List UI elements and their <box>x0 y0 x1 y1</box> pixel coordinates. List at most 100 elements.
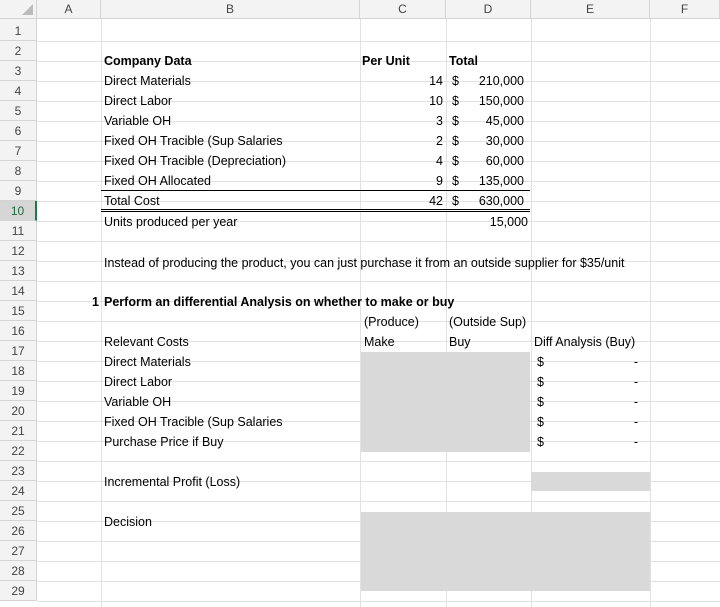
analysis-item-label: Fixed OH Tracible (Sup Salaries <box>104 415 283 429</box>
column-header-a[interactable]: A <box>37 0 101 19</box>
analysis-item-diff-value: - <box>633 415 638 429</box>
company-item-currency: $ <box>452 174 459 188</box>
make-header: Make <box>364 335 395 349</box>
row-header-29[interactable]: 29 <box>0 581 37 601</box>
incremental-profit-input[interactable] <box>531 472 650 491</box>
row-header-3[interactable]: 3 <box>0 61 37 81</box>
row-header-7[interactable]: 7 <box>0 141 37 161</box>
question-text: Perform an differential Analysis on whet… <box>104 295 455 309</box>
row-header-13[interactable]: 13 <box>0 261 37 281</box>
column-header-c[interactable]: C <box>360 0 446 19</box>
row-header-24[interactable]: 24 <box>0 481 37 501</box>
company-item-per-unit: 2 <box>436 134 443 148</box>
row-header-27[interactable]: 27 <box>0 541 37 561</box>
decision-input-area[interactable] <box>361 512 650 591</box>
row-header-19[interactable]: 19 <box>0 381 37 401</box>
row-header-4[interactable]: 4 <box>0 81 37 101</box>
company-item-per-unit: 3 <box>436 114 443 128</box>
analysis-item-diff-value: - <box>633 375 638 389</box>
company-item-per-unit: 10 <box>429 94 443 108</box>
outside-sup-label: (Outside Sup) <box>449 315 527 329</box>
row-header-20[interactable]: 20 <box>0 401 37 421</box>
row-header-22[interactable]: 22 <box>0 441 37 461</box>
company-item-label: Direct Materials <box>104 74 191 88</box>
company-item-currency: $ <box>452 114 459 128</box>
analysis-item-label: Direct Labor <box>104 375 173 389</box>
supplier-note: Instead of producing the product, you ca… <box>104 256 625 270</box>
analysis-item-currency: $ <box>537 375 544 389</box>
row-header-17[interactable]: 17 <box>0 341 37 361</box>
row-gridline <box>37 241 720 242</box>
row-gridline <box>37 461 720 462</box>
company-item-total: 30,000 <box>485 134 524 148</box>
row-header-12[interactable]: 12 <box>0 241 37 261</box>
company-item-currency: $ <box>452 94 459 108</box>
select-all-corner[interactable] <box>0 0 37 19</box>
company-data-header: Company Data <box>104 54 192 68</box>
diff-analysis-header: Diff Analysis (Buy) <box>534 335 636 349</box>
row-header-21[interactable]: 21 <box>0 421 37 441</box>
row-header-18[interactable]: 18 <box>0 361 37 381</box>
row-gridline <box>37 601 720 602</box>
column-header-d[interactable]: D <box>446 0 531 19</box>
buy-header: Buy <box>449 335 471 349</box>
row-header-26[interactable]: 26 <box>0 521 37 541</box>
company-item-label: Fixed OH Tracible (Depreciation) <box>104 154 287 168</box>
row-header-9[interactable]: 9 <box>0 181 37 201</box>
company-item-label: Fixed OH Allocated <box>104 174 211 188</box>
row-header-2[interactable]: 2 <box>0 41 37 61</box>
company-item-per-unit: 14 <box>429 74 443 88</box>
company-item-per-unit: 4 <box>436 154 443 168</box>
row-header-16[interactable]: 16 <box>0 321 37 341</box>
analysis-item-label: Variable OH <box>104 395 172 409</box>
total-cost-per-unit: 42 <box>429 194 443 208</box>
select-all-triangle-icon <box>22 4 33 15</box>
company-item-total: 150,000 <box>478 94 524 108</box>
analysis-item-diff-value: - <box>633 395 638 409</box>
company-item-label: Direct Labor <box>104 94 173 108</box>
units-produced-label: Units produced per year <box>104 215 238 229</box>
row-header-28[interactable]: 28 <box>0 561 37 581</box>
row-header-8[interactable]: 8 <box>0 161 37 181</box>
total-cost-currency: $ <box>452 194 459 208</box>
row-header-6[interactable]: 6 <box>0 121 37 141</box>
analysis-item-currency: $ <box>537 395 544 409</box>
relevant-costs-header: Relevant Costs <box>104 335 189 349</box>
company-item-currency: $ <box>452 154 459 168</box>
per-unit-header: Per Unit <box>362 54 410 68</box>
column-gridline <box>101 19 102 607</box>
company-item-label: Variable OH <box>104 114 172 128</box>
company-item-currency: $ <box>452 134 459 148</box>
total-cost-label: Total Cost <box>104 194 160 208</box>
analysis-item-label: Direct Materials <box>104 355 191 369</box>
analysis-item-currency: $ <box>537 435 544 449</box>
column-header-b[interactable]: B <box>101 0 360 19</box>
incremental-profit-label: Incremental Profit (Loss) <box>104 475 241 489</box>
column-gridline <box>650 19 651 607</box>
row-header-1[interactable]: 1 <box>0 19 37 41</box>
question-number: 1 <box>92 295 99 309</box>
company-item-total: 60,000 <box>485 154 524 168</box>
analysis-item-currency: $ <box>537 355 544 369</box>
row-header-25[interactable]: 25 <box>0 501 37 521</box>
row-header-5[interactable]: 5 <box>0 101 37 121</box>
row-gridline <box>37 41 720 42</box>
row-gridline <box>37 501 720 502</box>
row-header-23[interactable]: 23 <box>0 461 37 481</box>
company-item-label: Fixed OH Tracible (Sup Salaries <box>104 134 283 148</box>
row-gridline <box>37 281 720 282</box>
produce-label: (Produce) <box>364 315 419 329</box>
company-item-total: 45,000 <box>485 114 524 128</box>
make-buy-input-area[interactable] <box>361 352 530 452</box>
column-header-e[interactable]: E <box>531 0 650 19</box>
company-item-total: 210,000 <box>478 74 524 88</box>
total-cost-value: 630,000 <box>478 194 524 208</box>
decision-label: Decision <box>104 515 152 529</box>
row-header-15[interactable]: 15 <box>0 301 37 321</box>
column-header-f[interactable]: F <box>650 0 720 19</box>
row-header-14[interactable]: 14 <box>0 281 37 301</box>
analysis-item-diff-value: - <box>633 435 638 449</box>
selection-indicator <box>0 211 39 233</box>
analysis-item-currency: $ <box>537 415 544 429</box>
company-item-total: 135,000 <box>478 174 524 188</box>
